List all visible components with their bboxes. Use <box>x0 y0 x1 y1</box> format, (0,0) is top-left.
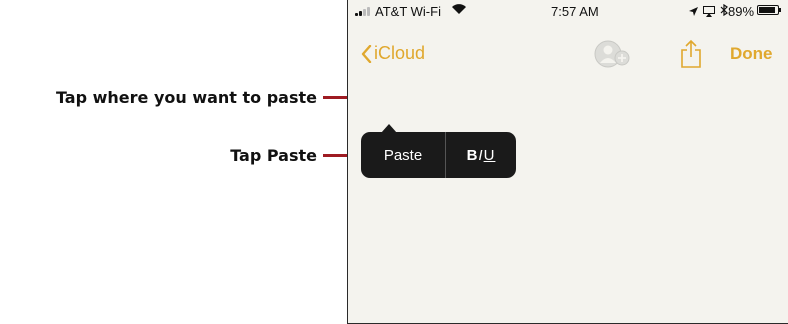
battery-percent: 89% <box>728 4 755 19</box>
bold-label: B <box>466 146 479 164</box>
callout-tap-location: Tap where you want to paste <box>55 88 317 107</box>
add-person-icon[interactable] <box>594 39 634 69</box>
edit-menu: Paste BIU <box>361 124 516 178</box>
phone-screen: AT&T Wi-Fi 7:57 AM 89% iCloud Done Paste… <box>347 0 788 324</box>
location-icon <box>688 5 699 20</box>
bluetooth-icon <box>720 3 728 19</box>
back-label: iCloud <box>374 43 426 63</box>
clock: 7:57 AM <box>551 4 599 19</box>
underline-label: U <box>483 146 496 164</box>
back-button[interactable]: iCloud <box>361 43 425 64</box>
airplay-icon <box>703 5 715 20</box>
share-icon[interactable] <box>680 39 702 74</box>
carrier-label: AT&T Wi-Fi <box>375 4 441 19</box>
format-menu-item[interactable]: BIU <box>446 132 516 178</box>
callout-tap-paste: Tap Paste <box>230 146 317 165</box>
back-chevron-icon <box>361 44 372 63</box>
status-bar: AT&T Wi-Fi 7:57 AM 89% <box>348 0 788 22</box>
battery-icon <box>757 5 781 15</box>
signal-icon <box>355 7 370 16</box>
nav-bar: iCloud Done <box>348 36 788 72</box>
wifi-icon <box>451 3 467 18</box>
done-button[interactable]: Done <box>730 44 773 64</box>
paste-menu-item[interactable]: Paste <box>361 132 445 178</box>
